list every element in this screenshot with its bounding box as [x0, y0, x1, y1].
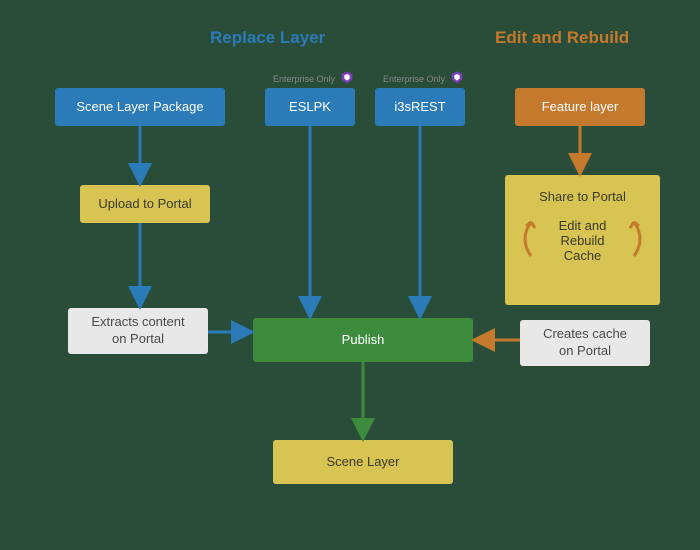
heading-edit-rebuild: Edit and Rebuild	[495, 28, 629, 48]
badge-enterprise-eslpk: Enterprise Only	[273, 70, 355, 88]
node-publish: Publish	[253, 318, 473, 362]
node-upload-to-portal: Upload to Portal	[80, 185, 210, 223]
refresh-arrow-left-icon	[515, 218, 537, 263]
label-share-to-portal: Share to Portal	[539, 189, 626, 204]
label-edit-rebuild-cache: Edit and Rebuild Cache	[543, 218, 622, 263]
enterprise-icon	[449, 70, 465, 88]
node-creates-cache: Creates cache on Portal	[520, 320, 650, 366]
node-scene-layer-package: Scene Layer Package	[55, 88, 225, 126]
node-extracts-content: Extracts content on Portal	[68, 308, 208, 354]
node-share-edit-rebuild: Share to Portal Edit and Rebuild Cache	[505, 175, 660, 305]
badge-enterprise-label: Enterprise Only	[383, 74, 445, 84]
refresh-arrow-right-icon	[628, 218, 650, 263]
badge-enterprise-label: Enterprise Only	[273, 74, 335, 84]
badge-enterprise-i3srest: Enterprise Only	[383, 70, 465, 88]
node-feature-layer: Feature layer	[515, 88, 645, 126]
node-i3srest: i3sREST	[375, 88, 465, 126]
node-eslpk: ESLPK	[265, 88, 355, 126]
node-scene-layer: Scene Layer	[273, 440, 453, 484]
enterprise-icon	[339, 70, 355, 88]
heading-replace-layer: Replace Layer	[210, 28, 325, 48]
